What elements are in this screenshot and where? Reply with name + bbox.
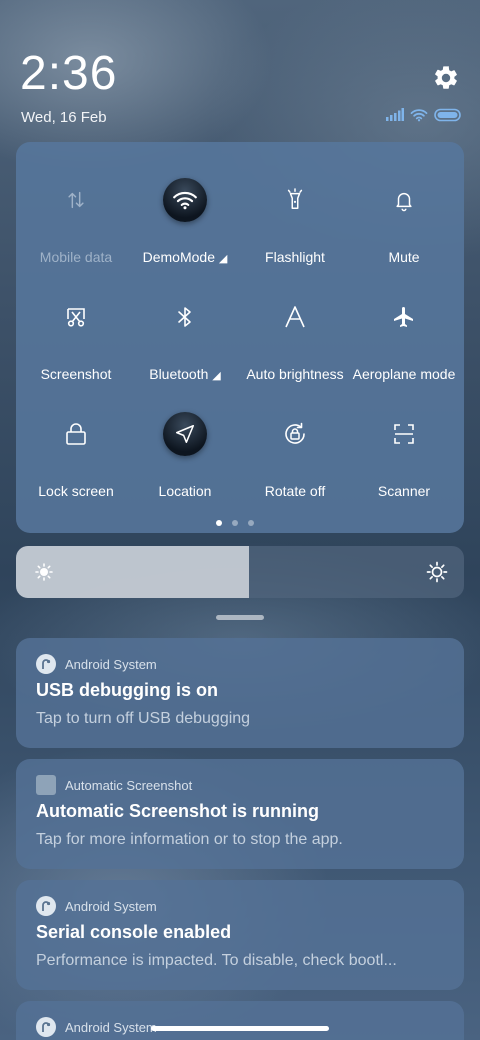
notification-title: Serial console enabled	[36, 922, 232, 942]
notification-app: Android System	[36, 896, 157, 916]
tile-mobile-data[interactable]: Mobile data	[20, 164, 132, 265]
notification-body: Tap for more information or to stop the …	[36, 831, 343, 848]
expand-triangle-icon: ◢	[218, 253, 228, 265]
notification-app: Android System	[36, 1017, 157, 1037]
expand-triangle-icon: ◢	[212, 370, 221, 382]
notification-title: Automatic Screenshot is running	[36, 801, 320, 821]
tile-label: Location	[158, 483, 212, 499]
tile-flashlight[interactable]: Flashlight	[239, 164, 351, 265]
page-dot[interactable]	[232, 520, 238, 526]
notification-app: Automatic Screenshot	[36, 775, 192, 795]
notification-body: Tap to turn off USB debugging	[36, 710, 251, 727]
gear-icon[interactable]	[432, 64, 460, 92]
status-icons	[386, 108, 462, 126]
tile-location[interactable]: Location	[129, 398, 241, 499]
tile-label: Aeroplane mode	[352, 366, 456, 382]
notification-card[interactable]: Automatic Screenshot Automatic Screensho…	[16, 759, 464, 869]
mobile-data-icon	[54, 178, 98, 222]
tile-label: Rotate off	[264, 483, 326, 499]
brightness-slider[interactable]	[16, 546, 464, 598]
tile-label: Lock screen	[38, 483, 114, 499]
bluetooth-icon	[163, 295, 207, 339]
tile-label: Flashlight	[265, 249, 325, 265]
page-dot[interactable]	[216, 520, 222, 526]
android-system-icon	[36, 1017, 56, 1037]
signal-icon	[386, 108, 404, 126]
notification-app-name: Automatic Screenshot	[65, 777, 193, 793]
bell-icon	[382, 178, 426, 222]
brightness-low-icon	[34, 562, 54, 587]
wifi-icon	[410, 108, 428, 127]
notification-app-name: Android System	[65, 898, 157, 914]
android-system-icon	[36, 654, 56, 674]
notification-card[interactable]: Android System	[16, 1001, 464, 1040]
android-system-icon	[36, 896, 56, 916]
quick-settings-panel: Mobile data DemoMode ◢ Flashlight Mute S…	[16, 142, 464, 533]
tile-scanner[interactable]: Scanner	[348, 398, 460, 499]
notification-app: Android System	[36, 654, 157, 674]
scissors-icon	[54, 295, 98, 339]
notification-app-name: Android System	[65, 1019, 157, 1035]
page-dot[interactable]	[248, 520, 254, 526]
tile-auto-brightness[interactable]: Auto brightness	[239, 281, 351, 382]
page-indicator	[216, 520, 254, 526]
home-gesture-bar[interactable]	[151, 1026, 329, 1031]
tile-aeroplane-mode[interactable]: Aeroplane mode	[348, 281, 460, 382]
notification-body: Performance is impacted. To disable, che…	[36, 952, 397, 969]
tile-demomode[interactable]: DemoMode ◢	[129, 164, 241, 265]
flashlight-icon	[273, 178, 317, 222]
tile-label: DemoMode ◢	[142, 249, 228, 265]
drag-handle[interactable]	[216, 615, 264, 620]
tile-mute[interactable]: Mute	[348, 164, 460, 265]
clock-time: 2:36	[20, 47, 118, 100]
date-label: Wed, 16 Feb	[21, 109, 107, 126]
tile-screenshot[interactable]: Screenshot	[20, 281, 132, 382]
battery-icon	[434, 108, 462, 127]
tile-label: Auto brightness	[246, 366, 344, 382]
tile-label: Mobile data	[39, 249, 113, 265]
tile-label: Scanner	[377, 483, 431, 499]
notification-card[interactable]: Android System USB debugging is on Tap t…	[16, 638, 464, 748]
tile-label: Screenshot	[40, 366, 112, 382]
tile-rotate-off[interactable]: Rotate off	[239, 398, 351, 499]
tile-label: Bluetooth ◢	[149, 366, 221, 382]
automatic-screenshot-icon	[36, 775, 56, 795]
location-icon	[163, 412, 207, 456]
rotate-lock-icon	[273, 412, 317, 456]
notification-app-name: Android System	[65, 656, 157, 672]
brightness-high-icon	[426, 561, 448, 588]
tile-label: Mute	[388, 249, 420, 265]
notification-title: USB debugging is on	[36, 680, 218, 700]
airplane-icon	[382, 295, 426, 339]
scanner-icon	[382, 412, 426, 456]
wifi-icon	[163, 178, 207, 222]
auto-brightness-icon	[273, 295, 317, 339]
notification-card[interactable]: Android System Serial console enabled Pe…	[16, 880, 464, 990]
tile-bluetooth[interactable]: Bluetooth ◢	[129, 281, 241, 382]
tile-lock-screen[interactable]: Lock screen	[20, 398, 132, 499]
lock-icon	[54, 412, 98, 456]
